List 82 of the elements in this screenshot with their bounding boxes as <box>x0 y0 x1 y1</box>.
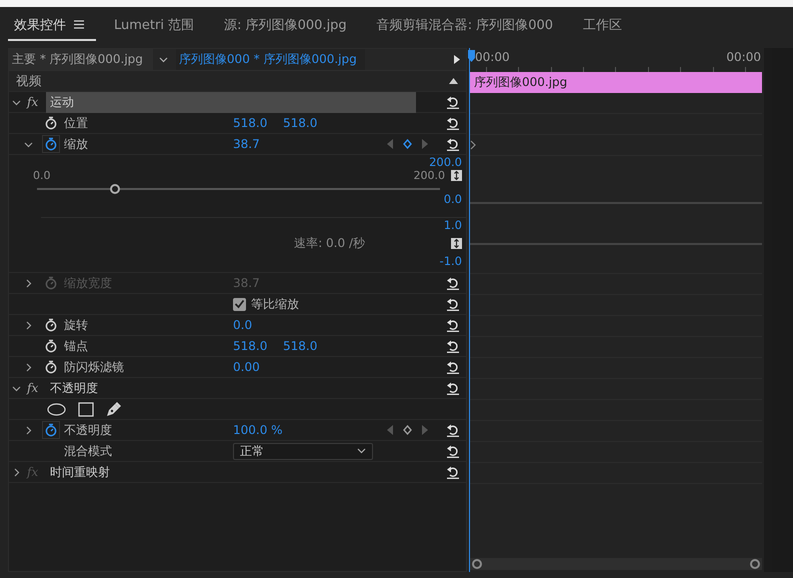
add-keyframe-icon[interactable] <box>403 139 412 149</box>
graph-max-value: 200.0 <box>429 155 463 169</box>
property-value[interactable]: 100.0 % <box>233 423 283 437</box>
chevron-icon[interactable] <box>12 468 21 476</box>
checkbox-label: 等比缩放 <box>251 296 299 312</box>
property-value[interactable]: 518.0 <box>283 116 333 130</box>
effect-name[interactable]: 运动 <box>46 92 416 112</box>
chevron-icon[interactable] <box>12 384 21 392</box>
checkbox[interactable] <box>233 298 246 310</box>
property-value[interactable]: 518.0 <box>283 339 333 353</box>
slider-min-label: 0.0 <box>33 169 50 182</box>
effect-name[interactable]: 不透明度 <box>46 378 416 398</box>
property-label: 缩放 <box>64 136 89 152</box>
section-label: 视频 <box>16 72 42 90</box>
property-label: 位置 <box>64 114 89 132</box>
stopwatch-icon[interactable] <box>43 115 59 131</box>
reset-icon[interactable] <box>446 298 460 310</box>
ellipse-mask-icon[interactable] <box>47 402 66 416</box>
property-label: 缩放宽度 <box>64 274 113 292</box>
zoom-scrollbar[interactable] <box>470 558 762 570</box>
panel-tab[interactable]: 源: 序列图像000.jpg <box>218 10 359 40</box>
graph-min-value: 0.0 <box>444 192 463 206</box>
property-label: 混合模式 <box>64 442 113 460</box>
resize-icon[interactable] <box>451 238 462 248</box>
stopwatch-icon[interactable] <box>43 359 59 375</box>
panel-tab[interactable]: 效果控件 <box>8 10 96 40</box>
reset-icon[interactable] <box>446 318 460 332</box>
property-label: 不透明度 <box>64 422 113 438</box>
fx-toggle[interactable]: fx <box>27 95 41 109</box>
property-label: 防闪烁滤镜 <box>64 358 125 376</box>
add-keyframe-icon[interactable] <box>403 425 412 435</box>
reset-icon[interactable] <box>446 466 460 478</box>
slider-max-label: 200.0 <box>414 169 445 182</box>
end-time: 00:00 <box>726 50 761 64</box>
start-time: 00:00 <box>475 50 510 64</box>
effect-name[interactable]: 时间重映射 <box>46 462 416 482</box>
stopwatch-icon[interactable] <box>43 422 59 438</box>
reset-icon[interactable] <box>446 360 460 374</box>
property-value[interactable]: 0.00 <box>233 360 283 374</box>
pen-icon[interactable] <box>106 402 121 416</box>
panel-tab[interactable]: 工作区 <box>577 10 634 40</box>
sequence-clip-label[interactable]: 序列图像000 * 序列图像000.jpg <box>176 49 365 70</box>
collapse-icon[interactable] <box>449 78 458 84</box>
reset-icon[interactable] <box>446 424 460 436</box>
reset-icon[interactable] <box>446 382 460 394</box>
rate-label: 速率: 0.0 /秒 <box>294 234 365 252</box>
property-value[interactable]: 38.7 <box>233 137 283 151</box>
chevron-icon[interactable] <box>24 140 33 148</box>
caret-icon <box>357 448 366 454</box>
keyframe-icon[interactable] <box>470 140 476 150</box>
property-value[interactable]: 0.0 <box>233 318 283 332</box>
resize-icon[interactable] <box>451 170 462 181</box>
property-label: 锚点 <box>64 338 89 354</box>
chevron-icon[interactable] <box>24 362 33 372</box>
stopwatch-icon[interactable] <box>43 317 59 333</box>
reset-icon[interactable] <box>446 138 460 150</box>
reset-icon[interactable] <box>446 340 460 352</box>
chevron-icon[interactable] <box>158 56 168 62</box>
property-value[interactable]: 518.0 <box>233 339 283 353</box>
menu-icon[interactable] <box>74 20 84 29</box>
blend-mode-dropdown[interactable]: 正常 <box>233 442 373 460</box>
reset-icon[interactable] <box>446 96 460 108</box>
chevron-icon[interactable] <box>24 320 33 330</box>
master-clip-label[interactable]: 主要 * 序列图像000.jpg <box>9 49 153 70</box>
panel-tab[interactable]: Lumetri 范围 <box>108 10 206 40</box>
rectangle-mask-icon[interactable] <box>78 402 94 416</box>
fx-toggle[interactable]: fx <box>27 381 41 395</box>
slider-thumb[interactable] <box>110 184 120 194</box>
stopwatch-icon[interactable] <box>43 338 59 354</box>
velocity-max-value: 1.0 <box>444 218 463 232</box>
reset-icon[interactable] <box>446 444 460 458</box>
play-icon[interactable] <box>454 55 460 64</box>
property-label: 旋转 <box>64 316 89 334</box>
velocity-min-value: -1.0 <box>440 254 463 268</box>
chevron-icon[interactable] <box>12 98 21 106</box>
panel-tab[interactable]: 音频剪辑混合器: 序列图像000 <box>370 10 566 40</box>
property-value[interactable]: 518.0 <box>233 116 283 130</box>
reset-icon[interactable] <box>446 276 460 290</box>
chevron-icon[interactable] <box>24 426 33 434</box>
reset-icon[interactable] <box>446 116 460 130</box>
timeline-clip[interactable]: 序列图像000.jpg <box>470 72 762 93</box>
stopwatch-icon[interactable] <box>43 136 59 152</box>
